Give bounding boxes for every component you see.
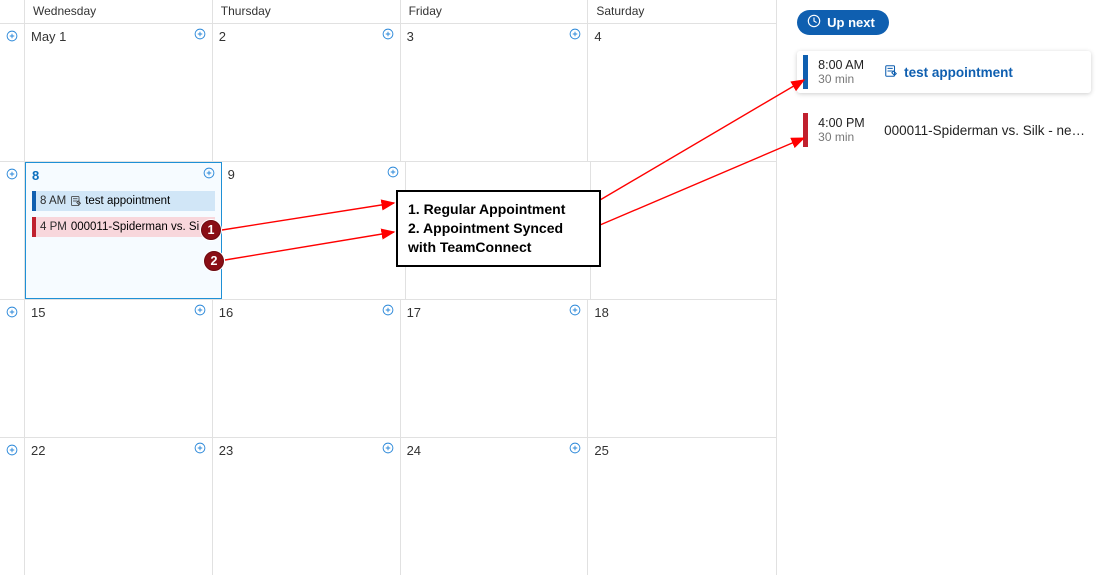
agenda-duration: 30 min <box>818 72 874 86</box>
week-expand[interactable] <box>0 300 25 437</box>
upnext-panel: Up next 8:00 AM 30 min test appointment … <box>777 0 1103 575</box>
calendar-week: 15 16 17 18 <box>0 300 776 438</box>
event-color-bar <box>32 191 36 211</box>
agenda-when: 4:00 PM 30 min <box>818 116 874 144</box>
day-number: 23 <box>219 443 233 458</box>
calendar-week: 22 23 24 25 <box>0 438 776 575</box>
event-time: 4 PM <box>40 221 67 233</box>
calendar-cell[interactable]: 24 <box>401 438 589 575</box>
col-header-fri: Friday <box>401 0 589 23</box>
calendar-cell[interactable]: 3 <box>401 24 589 161</box>
calendar-cell[interactable] <box>406 162 591 299</box>
agenda-when: 8:00 AM 30 min <box>818 58 874 86</box>
agenda-title-text: 000011-Spiderman vs. Silk - ne… <box>884 123 1085 138</box>
calendar-grid: Wednesday Thursday Friday Saturday May 1… <box>0 0 777 575</box>
event-title: test appointment <box>85 195 170 207</box>
upnext-header: Up next <box>797 10 889 35</box>
calendar-cell[interactable]: 9 <box>222 162 407 299</box>
agenda-title: test appointment <box>884 64 1013 81</box>
week-expand[interactable] <box>0 438 25 575</box>
day-number: 3 <box>407 29 414 44</box>
clock-icon <box>807 14 821 31</box>
calendar-cell[interactable]: 22 <box>25 438 213 575</box>
agenda-time: 8:00 AM <box>818 58 874 72</box>
week-expand[interactable] <box>0 162 25 299</box>
calendar-cell[interactable]: 4 <box>588 24 776 161</box>
col-header-wed: Wednesday <box>25 0 213 23</box>
calendar-cell[interactable]: 18 <box>588 300 776 437</box>
event-color-bar <box>32 217 36 237</box>
add-event-button[interactable] <box>382 304 394 316</box>
day-number: 16 <box>219 305 233 320</box>
calendar-rows: May 1 2 3 4 8 <box>0 24 776 575</box>
calendar-column-headers: Wednesday Thursday Friday Saturday <box>0 0 776 24</box>
edit-note-icon <box>884 64 898 81</box>
event-color-bar <box>803 113 808 147</box>
add-event-button[interactable] <box>194 28 206 40</box>
event-time: 8 AM <box>40 195 66 207</box>
calendar-app: Wednesday Thursday Friday Saturday May 1… <box>0 0 1103 575</box>
calendar-cell[interactable] <box>591 162 776 299</box>
add-event-button[interactable] <box>382 442 394 454</box>
agenda-item[interactable]: 4:00 PM 30 min 000011-Spiderman vs. Silk… <box>797 109 1091 151</box>
plus-icon <box>6 444 18 456</box>
add-event-button[interactable] <box>569 304 581 316</box>
plus-icon <box>6 30 18 42</box>
agenda-title-text: test appointment <box>904 65 1013 80</box>
edit-note-icon <box>70 195 82 207</box>
agenda-duration: 30 min <box>818 130 874 144</box>
day-number: 15 <box>31 305 45 320</box>
add-event-button[interactable] <box>569 28 581 40</box>
day-number: 9 <box>228 167 235 182</box>
calendar-event[interactable]: 4 PM 000011-Spiderman vs. Si… <box>32 217 215 237</box>
agenda-time: 4:00 PM <box>818 116 874 130</box>
event-title: 000011-Spiderman vs. Si… <box>71 221 211 233</box>
calendar-cell[interactable]: 15 <box>25 300 213 437</box>
upnext-label: Up next <box>827 15 875 30</box>
col-header-sat: Saturday <box>588 0 776 23</box>
add-event-button[interactable] <box>203 167 215 179</box>
calendar-cell[interactable]: 16 <box>213 300 401 437</box>
col-header-thu: Thursday <box>213 0 401 23</box>
day-number: 17 <box>407 305 421 320</box>
day-number: 22 <box>31 443 45 458</box>
calendar-week: 8 8 AM test appointment 4 PM 000011-Spid… <box>0 162 776 300</box>
agenda-item[interactable]: 8:00 AM 30 min test appointment <box>797 51 1091 93</box>
add-event-button[interactable] <box>382 28 394 40</box>
add-event-button[interactable] <box>194 442 206 454</box>
calendar-event[interactable]: 8 AM test appointment <box>32 191 215 211</box>
plus-icon <box>6 168 18 180</box>
week-expand[interactable] <box>0 24 25 161</box>
calendar-cell-today[interactable]: 8 8 AM test appointment 4 PM 000011-Spid… <box>25 162 222 299</box>
day-number: 2 <box>219 29 226 44</box>
add-event-button[interactable] <box>569 442 581 454</box>
calendar-cell[interactable]: May 1 <box>25 24 213 161</box>
plus-icon <box>6 306 18 318</box>
add-event-button[interactable] <box>387 166 399 178</box>
gutter-header <box>0 0 25 23</box>
calendar-cell[interactable]: 17 <box>401 300 589 437</box>
add-event-button[interactable] <box>194 304 206 316</box>
day-number: 25 <box>594 443 608 458</box>
calendar-cell[interactable]: 23 <box>213 438 401 575</box>
day-number: May 1 <box>31 29 66 44</box>
event-color-bar <box>803 55 808 89</box>
calendar-cell[interactable]: 25 <box>588 438 776 575</box>
day-number: 24 <box>407 443 421 458</box>
day-number: 4 <box>594 29 601 44</box>
day-number: 8 <box>32 168 39 183</box>
agenda-title: 000011-Spiderman vs. Silk - ne… <box>884 123 1085 138</box>
day-number: 18 <box>594 305 608 320</box>
calendar-week: May 1 2 3 4 <box>0 24 776 162</box>
calendar-cell[interactable]: 2 <box>213 24 401 161</box>
